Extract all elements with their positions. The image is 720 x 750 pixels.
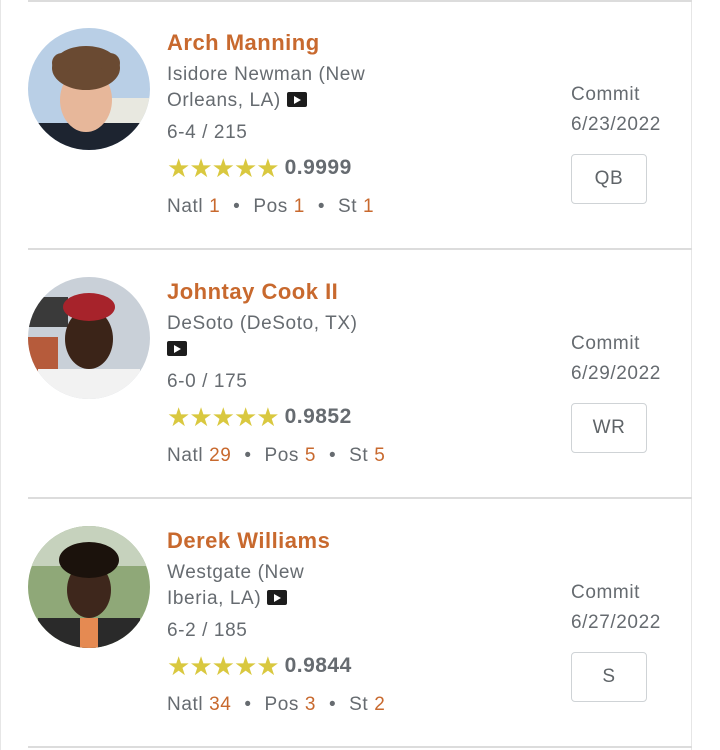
rating-line: ★ ★ ★ ★ ★ 0.9852: [167, 404, 352, 430]
player-name[interactable]: Arch Manning: [167, 30, 320, 56]
school-line: Iberia, LA): [167, 588, 262, 609]
star-icon: ★: [167, 402, 191, 432]
star-icon: ★: [233, 402, 258, 432]
player-school: Westgate (New Iberia, LA): [167, 560, 427, 612]
rating-line: ★ ★ ★ ★ ★ 0.9844: [167, 653, 352, 679]
school-line-with-video: Orleans, LA): [167, 88, 427, 114]
separator: •: [328, 445, 337, 466]
star-icon: ★: [256, 153, 280, 183]
pos-rank[interactable]: 1: [294, 196, 305, 217]
status-label: Commit: [571, 333, 641, 354]
school-line: Orleans, LA): [167, 90, 281, 111]
pos-rank[interactable]: 3: [305, 694, 316, 715]
rankings: Natl 29 • Pos 5 • St 5: [167, 445, 385, 467]
status-label: Commit: [571, 582, 641, 603]
star-icon: ★: [189, 402, 213, 432]
position-button[interactable]: S: [571, 652, 647, 702]
commit-date: 6/29/2022: [571, 363, 661, 384]
divider: [28, 746, 692, 748]
star-icon: ★: [233, 651, 258, 681]
commit-status: Commit 6/23/2022: [571, 80, 661, 140]
commit-status: Commit 6/27/2022: [571, 578, 661, 638]
pos-label: Pos: [264, 694, 300, 715]
commit-status: Commit 6/29/2022: [571, 329, 661, 389]
player-avatar[interactable]: [28, 526, 150, 648]
natl-label: Natl: [167, 694, 204, 715]
rankings: Natl 34 • Pos 3 • St 2: [167, 694, 385, 716]
star-rating: ★ ★ ★ ★ ★: [167, 651, 280, 681]
star-icon: ★: [189, 651, 213, 681]
school-line-with-video: [167, 337, 427, 363]
player-avatar[interactable]: [28, 28, 150, 150]
separator: •: [233, 196, 241, 217]
status-label: Commit: [571, 84, 641, 105]
star-icon: ★: [167, 153, 191, 183]
natl-label: Natl: [167, 196, 204, 217]
separator: •: [328, 694, 337, 715]
player-photo: [28, 28, 150, 150]
pos-label: Pos: [264, 445, 300, 466]
school-line: DeSoto (DeSoto, TX): [167, 313, 358, 334]
separator: •: [317, 196, 326, 217]
player-photo: [28, 526, 150, 648]
video-play-icon[interactable]: [167, 341, 187, 356]
position-button[interactable]: QB: [571, 154, 647, 204]
st-label: St: [349, 694, 369, 715]
star-icon: ★: [256, 402, 280, 432]
star-icon: ★: [211, 153, 235, 183]
player-avatar[interactable]: [28, 277, 150, 399]
rating-value: 0.9844: [284, 654, 352, 677]
height-weight: 6-2 / 185: [167, 620, 248, 641]
star-rating: ★ ★ ★ ★ ★: [167, 402, 280, 432]
player-school: Isidore Newman (New Orleans, LA): [167, 62, 427, 114]
star-icon: ★: [256, 651, 280, 681]
st-rank[interactable]: 1: [363, 196, 374, 217]
school-line: Westgate (New: [167, 562, 305, 583]
natl-rank[interactable]: 1: [209, 196, 220, 217]
natl-label: Natl: [167, 445, 204, 466]
position-button[interactable]: WR: [571, 403, 647, 453]
natl-rank[interactable]: 29: [209, 445, 231, 466]
player-name[interactable]: Johntay Cook II: [167, 279, 338, 305]
player-school: DeSoto (DeSoto, TX): [167, 311, 427, 363]
pos-rank[interactable]: 5: [305, 445, 316, 466]
star-rating: ★ ★ ★ ★ ★: [167, 153, 280, 183]
star-icon: ★: [233, 153, 258, 183]
school-line-with-video: Iberia, LA): [167, 586, 427, 612]
player-row[interactable]: Derek Williams Westgate (New Iberia, LA)…: [0, 498, 720, 746]
player-photo: [28, 277, 150, 399]
separator: •: [244, 694, 252, 715]
star-icon: ★: [189, 153, 213, 183]
rating-value: 0.9852: [284, 405, 352, 428]
rating-value: 0.9999: [284, 156, 352, 179]
natl-rank[interactable]: 34: [209, 694, 231, 715]
st-rank[interactable]: 5: [374, 445, 385, 466]
separator: •: [244, 445, 252, 466]
star-icon: ★: [211, 402, 235, 432]
school-line: Isidore Newman (New: [167, 64, 366, 85]
rating-line: ★ ★ ★ ★ ★ 0.9999: [167, 155, 352, 181]
player-row[interactable]: Arch Manning Isidore Newman (New Orleans…: [0, 0, 720, 248]
st-label: St: [349, 445, 369, 466]
rankings: Natl 1 • Pos 1 • St 1: [167, 196, 374, 218]
commit-date: 6/23/2022: [571, 114, 661, 135]
video-play-icon[interactable]: [286, 92, 307, 107]
player-row[interactable]: Johntay Cook II DeSoto (DeSoto, TX) 6-0 …: [0, 249, 720, 497]
video-play-icon[interactable]: [267, 590, 288, 605]
star-icon: ★: [167, 651, 191, 681]
st-label: St: [337, 196, 358, 217]
st-rank[interactable]: 2: [374, 694, 385, 715]
commit-date: 6/27/2022: [571, 612, 661, 633]
height-weight: 6-4 / 215: [167, 122, 248, 143]
height-weight: 6-0 / 175: [167, 371, 248, 392]
player-name[interactable]: Derek Williams: [167, 528, 330, 554]
pos-label: Pos: [253, 196, 288, 217]
star-icon: ★: [211, 651, 235, 681]
